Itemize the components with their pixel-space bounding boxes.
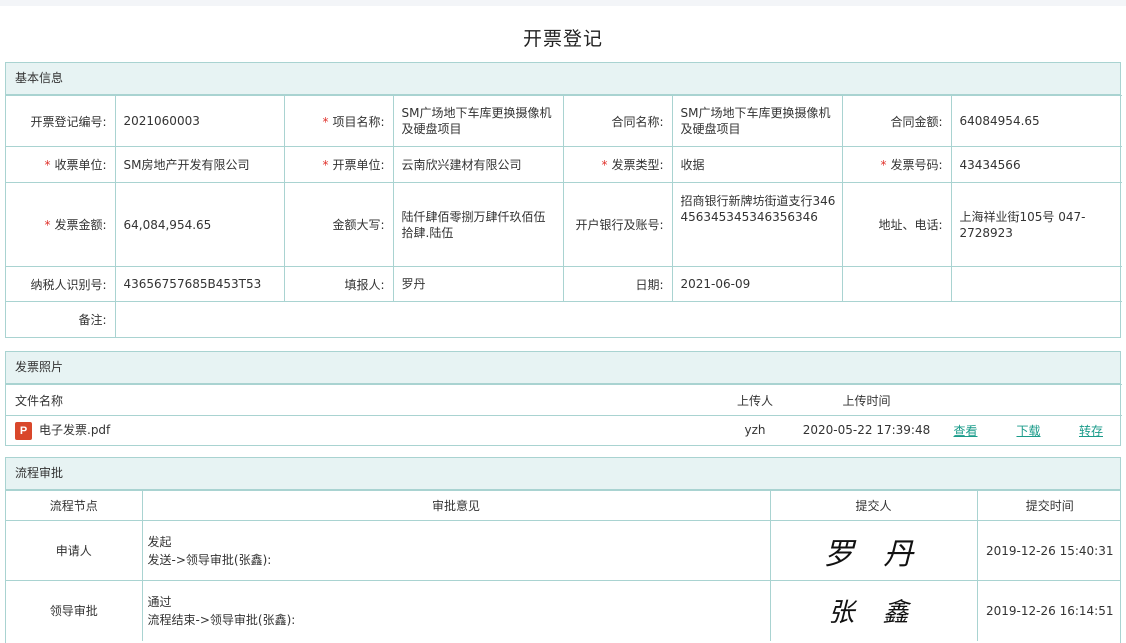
remark-label: 备注:	[6, 301, 116, 337]
field-value: 2021-06-09	[671, 266, 843, 302]
field-value: SM广场地下车库更换摄像机及硬盘项目	[392, 95, 564, 147]
flow-row: 申请人 发起 发送->领导审批(张鑫): 罗 丹 2019-12-26 15:4…	[6, 520, 1120, 581]
view-link[interactable]: 查看	[953, 424, 977, 438]
flow-node: 领导审批	[6, 580, 143, 641]
required-mark: *	[880, 158, 887, 172]
download-cell: 下载	[997, 415, 1060, 445]
field-label: * 发票类型:	[562, 146, 673, 183]
page-title: 开票登记	[522, 28, 603, 50]
basic-info-table: 开票登记编号: 2021060003 * 项目名称: SM广场地下车库更换摄像机及…	[6, 95, 1122, 337]
required-mark: *	[601, 158, 608, 172]
download-link[interactable]: 下载	[1016, 424, 1040, 438]
signature-cell: 罗 丹	[769, 520, 978, 581]
field-label: * 发票号码:	[841, 146, 952, 183]
flow-row: 领导审批 通过 流程结束->领导审批(张鑫): 张 鑫 2019-12-26 1…	[6, 580, 1120, 641]
flow-time: 2019-12-26 15:40:31	[976, 520, 1120, 581]
col-submitter: 提交人	[769, 490, 978, 521]
flow-table-header: 流程节点 审批意见 提交人 提交时间	[6, 490, 1120, 521]
field-value: 陆仟肆佰零捌万肆仟玖佰伍拾肆.陆伍	[392, 182, 564, 267]
required-mark: *	[322, 114, 329, 129]
view-cell: 查看	[934, 415, 997, 445]
basic-info-panel: 基本信息 开票登记编号: 2021060003 * 项目名称: SM广场地下车库更…	[5, 62, 1122, 338]
field-label: 合同金额:	[841, 95, 952, 147]
field-label: 开票登记编号:	[6, 95, 116, 147]
invoice-photo-header: 发票照片	[6, 352, 1120, 384]
remark-row: 备注:	[6, 301, 1122, 337]
field-value: 收据	[671, 146, 843, 183]
required-mark: *	[322, 158, 329, 172]
field-label: * 发票金额:	[6, 182, 116, 267]
file-name: 电子发票.pdf	[39, 423, 111, 437]
info-row: 纳税人识别号: 43656757685B453T53 填报人: 罗丹 日期: 2…	[6, 266, 1122, 302]
info-row: * 发票金额: 64,084,954.65 金额大写: 陆仟肆佰零捌万肆仟玖佰伍拾…	[6, 182, 1122, 267]
pdf-file-icon: P	[15, 421, 32, 440]
field-label: 纳税人识别号:	[6, 266, 116, 302]
signature: 罗 丹	[823, 536, 924, 572]
required-mark: *	[44, 158, 51, 172]
col-empty	[934, 384, 997, 416]
field-value: 上海祥业街105号 047-2728923	[950, 182, 1122, 267]
file-name-cell: P 电子发票.pdf	[6, 415, 711, 445]
invoice-photo-panel: 发票照片 文件名称 上传人 上传时间 P 电子发票.pdf yzh 2020-05…	[5, 351, 1122, 446]
file-upload-time: 2020-05-22 17:39:48	[799, 415, 934, 445]
flow-opinion-cell: 通过 流程结束->领导审批(张鑫):	[141, 580, 771, 641]
field-label: 日期:	[562, 266, 673, 302]
col-flow-node: 流程节点	[6, 490, 143, 521]
flow-detail: 发送->领导审批(张鑫):	[147, 552, 272, 567]
signature-cell: 张 鑫	[769, 580, 978, 641]
col-empty	[1060, 384, 1122, 416]
col-submit-time: 提交时间	[976, 490, 1120, 521]
page: 开票登记 基本信息 开票登记编号: 2021060003 * 项目名称: SM广场…	[0, 6, 1126, 643]
field-value: 招商银行新牌坊街道支行346456345345346356346	[671, 182, 843, 267]
photo-table-header: 文件名称 上传人 上传时间	[6, 384, 1122, 416]
flow-opinion: 发起	[147, 534, 172, 549]
field-label: * 项目名称:	[283, 95, 394, 147]
field-label: 合同名称:	[562, 95, 673, 147]
transfer-link[interactable]: 转存	[1079, 424, 1103, 438]
field-value: 罗丹	[392, 266, 564, 302]
file-uploader: yzh	[711, 415, 799, 445]
basic-info-header: 基本信息	[6, 63, 1120, 95]
field-value: 43656757685B453T53	[114, 266, 285, 302]
required-mark: *	[44, 218, 51, 232]
field-value: SM房地产开发有限公司	[114, 146, 285, 183]
flow-time: 2019-12-26 16:14:51	[976, 580, 1120, 641]
field-value: 64084954.65	[950, 95, 1122, 147]
col-empty	[997, 384, 1060, 416]
field-label: 金额大写:	[283, 182, 394, 267]
field-value: 云南欣兴建材有限公司	[392, 146, 564, 183]
field-value	[950, 266, 1122, 302]
field-value: 2021060003	[114, 95, 285, 147]
field-label: 地址、电话:	[841, 182, 952, 267]
info-row: * 收票单位: SM房地产开发有限公司 * 开票单位: 云南欣兴建材有限公司 * 发票…	[6, 146, 1122, 183]
flow-table: 流程节点 审批意见 提交人 提交时间 申请人 发起 发送->领导审批(张鑫): …	[6, 490, 1120, 641]
approval-flow-header: 流程审批	[6, 458, 1120, 490]
field-label	[841, 266, 952, 302]
approval-flow-panel: 流程审批 流程节点 审批意见 提交人 提交时间 申请人 发起 发送->领导审批(…	[5, 457, 1121, 643]
col-uploader: 上传人	[711, 384, 799, 416]
remark-value	[114, 301, 1122, 337]
col-opinion: 审批意见	[141, 490, 771, 521]
flow-opinion: 通过	[147, 594, 172, 609]
field-label: 开户银行及账号:	[562, 182, 673, 267]
col-upload-time: 上传时间	[799, 384, 934, 416]
file-row: P 电子发票.pdf yzh 2020-05-22 17:39:48 查看 下载 …	[6, 415, 1122, 445]
field-value: 64,084,954.65	[114, 182, 285, 267]
signature: 张 鑫	[828, 598, 919, 629]
info-row: 开票登记编号: 2021060003 * 项目名称: SM广场地下车库更换摄像机及…	[6, 95, 1122, 147]
flow-detail: 流程结束->领导审批(张鑫):	[147, 612, 296, 627]
flow-opinion-cell: 发起 发送->领导审批(张鑫):	[141, 520, 771, 581]
field-value: SM广场地下车库更换摄像机及硬盘项目	[671, 95, 843, 147]
field-label: * 开票单位:	[283, 146, 394, 183]
field-value: 43434566	[950, 146, 1122, 183]
flow-node: 申请人	[6, 520, 143, 581]
col-file-name: 文件名称	[6, 384, 711, 416]
photo-table: 文件名称 上传人 上传时间 P 电子发票.pdf yzh 2020-05-22 1…	[6, 384, 1122, 445]
field-label: * 收票单位:	[6, 146, 116, 183]
field-label: 填报人:	[283, 266, 394, 302]
transfer-cell: 转存	[1060, 415, 1122, 445]
